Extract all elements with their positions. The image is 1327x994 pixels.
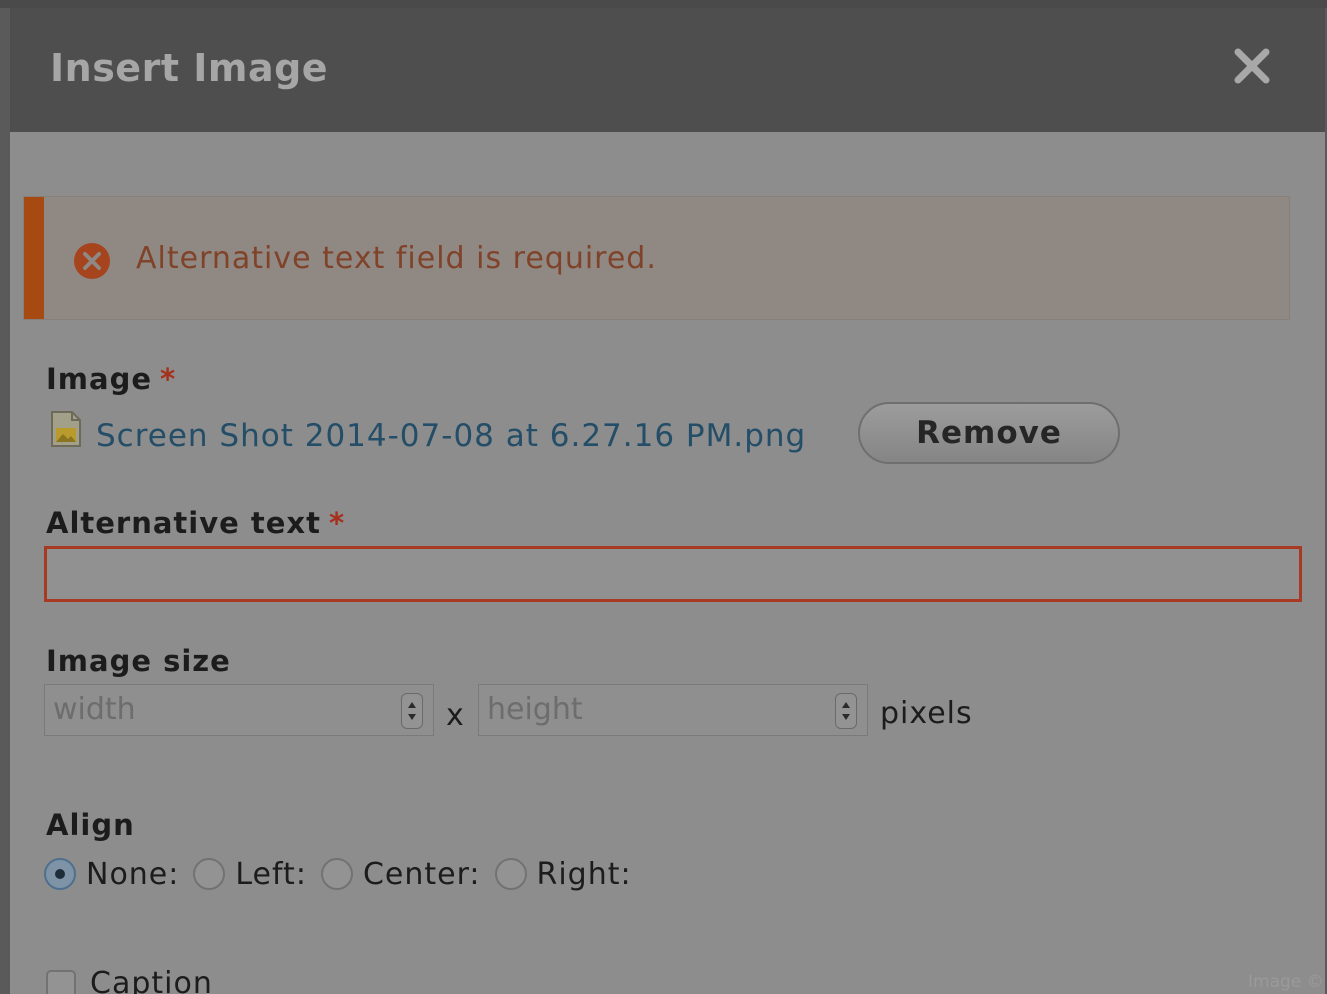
error-message-text: Alternative text field is required. bbox=[136, 241, 657, 276]
caption-checkbox[interactable] bbox=[46, 970, 76, 994]
radio-selected-dot bbox=[55, 869, 65, 879]
align-label: Align bbox=[46, 808, 135, 842]
dialog-titlebar: Insert Image bbox=[10, 8, 1325, 132]
align-radio-group: None: Left: Center: Right: bbox=[44, 854, 646, 894]
error-circle-x-icon bbox=[72, 241, 112, 281]
error-accent-bar bbox=[24, 197, 44, 319]
align-center-radio[interactable] bbox=[320, 858, 353, 890]
background-strip bbox=[0, 0, 1327, 8]
align-left-label: Left: bbox=[235, 856, 307, 892]
image-label-text: Image bbox=[46, 362, 153, 396]
image-size-label: Image size bbox=[46, 644, 231, 678]
dialog-title: Insert Image bbox=[50, 46, 329, 90]
align-left-radio[interactable] bbox=[193, 858, 226, 890]
alt-text-label: Alternative text * bbox=[46, 506, 345, 540]
align-right-radio[interactable] bbox=[494, 858, 527, 890]
align-right-label: Right: bbox=[536, 856, 632, 892]
height-stepper-icon[interactable] bbox=[835, 693, 857, 729]
size-separator: x bbox=[446, 698, 464, 733]
error-message-box: Alternative text field is required. bbox=[23, 196, 1290, 320]
alt-text-label-text: Alternative text bbox=[46, 506, 322, 540]
align-none-radio[interactable] bbox=[44, 858, 76, 890]
alternative-text-input[interactable] bbox=[44, 546, 1302, 602]
remove-button[interactable]: Remove bbox=[858, 402, 1120, 464]
height-input[interactable] bbox=[479, 685, 825, 733]
caption-label: Caption bbox=[90, 966, 213, 994]
close-icon[interactable] bbox=[1230, 44, 1274, 88]
image-file-icon bbox=[50, 410, 82, 448]
insert-image-dialog: Insert Image Alternative text field is r… bbox=[10, 8, 1325, 994]
image-credit-watermark: Image © Dr bbox=[1248, 972, 1325, 992]
required-marker: * bbox=[329, 506, 346, 540]
required-marker: * bbox=[160, 362, 177, 396]
align-none-label: None: bbox=[86, 856, 180, 892]
width-stepper-icon[interactable] bbox=[401, 693, 423, 729]
width-input[interactable] bbox=[45, 685, 391, 733]
image-file-link[interactable]: Screen Shot 2014-07-08 at 6.27.16 PM.png bbox=[96, 418, 806, 454]
size-unit-label: pixels bbox=[880, 696, 973, 731]
width-field bbox=[44, 684, 434, 736]
image-field-label: Image * bbox=[46, 362, 176, 396]
align-center-label: Center: bbox=[362, 856, 481, 892]
height-field bbox=[478, 684, 868, 736]
